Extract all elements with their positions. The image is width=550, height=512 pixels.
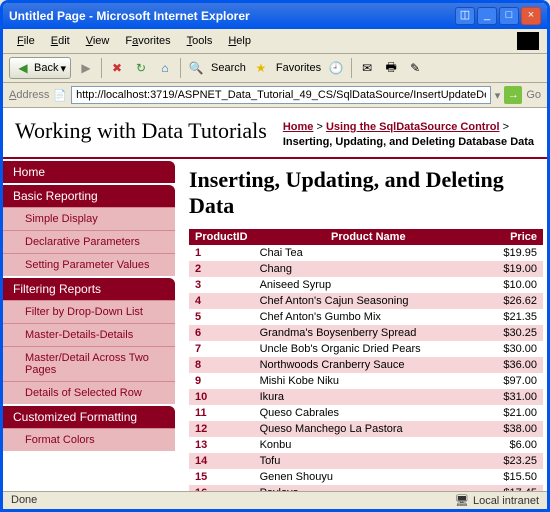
menu-file[interactable]: File xyxy=(11,33,41,49)
favorites-icon: ★ xyxy=(252,59,270,77)
go-label: Go xyxy=(526,89,541,101)
ie-logo-icon xyxy=(517,32,539,50)
table-row: 14Tofu$23.25 xyxy=(189,453,543,469)
table-row: 6Grandma's Boysenberry Spread$30.25 xyxy=(189,325,543,341)
titlebar: Untitled Page - Microsoft Internet Explo… xyxy=(3,3,547,29)
table-row: 4Chef Anton's Cajun Seasoning$26.62 xyxy=(189,293,543,309)
breadcrumb-section[interactable]: Using the SqlDataSource Control xyxy=(326,121,500,133)
maximize-button[interactable]: □ xyxy=(499,7,519,25)
column-header: Price xyxy=(483,229,543,245)
address-input[interactable] xyxy=(71,86,491,104)
back-arrow-icon: ◀ xyxy=(14,59,32,77)
breadcrumb-current: Inserting, Updating, and Deleting Databa… xyxy=(283,136,534,148)
table-row: 15Genen Shouyu$15.50 xyxy=(189,469,543,485)
sidebar-section[interactable]: Home xyxy=(3,161,175,183)
sidebar: HomeBasic ReportingSimple DisplayDeclara… xyxy=(3,159,179,491)
page-icon: 📄 xyxy=(53,89,67,102)
table-row: 3Aniseed Syrup$10.00 xyxy=(189,277,543,293)
table-row: 7Uncle Bob's Organic Dried Pears$30.00 xyxy=(189,341,543,357)
column-header: ProductID xyxy=(189,229,254,245)
address-dropdown-icon[interactable]: ▾ xyxy=(495,89,501,102)
table-row: 11Queso Cabrales$21.00 xyxy=(189,405,543,421)
menu-help[interactable]: Help xyxy=(222,33,257,49)
go-button[interactable]: → xyxy=(504,86,522,104)
window-title: Untitled Page - Microsoft Internet Explo… xyxy=(9,9,455,23)
back-button[interactable]: ◀ Back ▾ xyxy=(9,57,71,79)
forward-button[interactable]: ▶ xyxy=(77,59,95,77)
table-row: 13Konbu$6.00 xyxy=(189,437,543,453)
page-title: Working with Data Tutorials xyxy=(15,118,267,151)
products-grid: ProductIDProduct NamePrice 1Chai Tea$19.… xyxy=(189,229,543,491)
address-label: Address xyxy=(9,89,49,101)
table-row: 10Ikura$31.00 xyxy=(189,389,543,405)
table-row: 1Chai Tea$19.95 xyxy=(189,245,543,261)
home-icon[interactable]: ⌂ xyxy=(156,59,174,77)
address-bar: Address 📄 ▾ → Go xyxy=(3,83,547,108)
zone-icon: 🖥 xyxy=(455,494,469,507)
search-icon: 🔍 xyxy=(187,59,205,77)
menu-view[interactable]: View xyxy=(80,33,116,49)
statusbar: Done 🖥 Local intranet xyxy=(3,491,547,509)
sidebar-section[interactable]: Customized Formatting xyxy=(3,406,175,428)
mail-icon[interactable]: ✉ xyxy=(358,59,376,77)
table-row: 8Northwoods Cranberry Sauce$36.00 xyxy=(189,357,543,373)
back-label: Back xyxy=(34,62,58,74)
content-heading: Inserting, Updating, and Deleting Data xyxy=(189,167,543,219)
table-row: 5Chef Anton's Gumbo Mix$21.35 xyxy=(189,309,543,325)
refresh-icon[interactable]: ↻ xyxy=(132,59,150,77)
stop-icon[interactable]: ✖ xyxy=(108,59,126,77)
edit-icon[interactable]: ✎ xyxy=(406,59,424,77)
column-header: Product Name xyxy=(254,229,483,245)
favorites-button[interactable]: Favorites xyxy=(276,62,321,74)
sidebar-section[interactable]: Filtering Reports xyxy=(3,278,175,300)
search-button[interactable]: Search xyxy=(211,62,246,74)
table-row: 9Mishi Kobe Niku$97.00 xyxy=(189,373,543,389)
sidebar-section[interactable]: Basic Reporting xyxy=(3,185,175,207)
print-icon[interactable]: 🖶 xyxy=(382,59,400,77)
grid-toggle-button[interactable]: ◫ xyxy=(455,7,475,25)
menubar: File Edit View Favorites Tools Help xyxy=(3,29,547,54)
chevron-down-icon: ▾ xyxy=(60,62,66,75)
status-right: Local intranet xyxy=(473,495,539,507)
sidebar-item[interactable]: Filter by Drop-Down List xyxy=(3,300,175,323)
status-left: Done xyxy=(11,494,37,507)
sidebar-item[interactable]: Setting Parameter Values xyxy=(3,253,175,276)
close-button[interactable]: × xyxy=(521,7,541,25)
menu-favorites[interactable]: Favorites xyxy=(119,33,176,49)
sidebar-item[interactable]: Details of Selected Row xyxy=(3,381,175,404)
breadcrumb-home[interactable]: Home xyxy=(283,121,314,133)
table-row: 12Queso Manchego La Pastora$38.00 xyxy=(189,421,543,437)
sidebar-item[interactable]: Declarative Parameters xyxy=(3,230,175,253)
history-icon[interactable]: 🕘 xyxy=(327,59,345,77)
toolbar: ◀ Back ▾ ▶ ✖ ↻ ⌂ 🔍 Search ★ Favorites 🕘 … xyxy=(3,54,547,83)
minimize-button[interactable]: _ xyxy=(477,7,497,25)
table-row: 2Chang$19.00 xyxy=(189,261,543,277)
breadcrumb: Home > Using the SqlDataSource Control >… xyxy=(283,118,535,151)
menu-tools[interactable]: Tools xyxy=(181,33,219,49)
menu-edit[interactable]: Edit xyxy=(45,33,76,49)
sidebar-item[interactable]: Master/Detail Across Two Pages xyxy=(3,346,175,381)
sidebar-item[interactable]: Master-Details-Details xyxy=(3,323,175,346)
sidebar-item[interactable]: Simple Display xyxy=(3,207,175,230)
sidebar-item[interactable]: Format Colors xyxy=(3,428,175,451)
